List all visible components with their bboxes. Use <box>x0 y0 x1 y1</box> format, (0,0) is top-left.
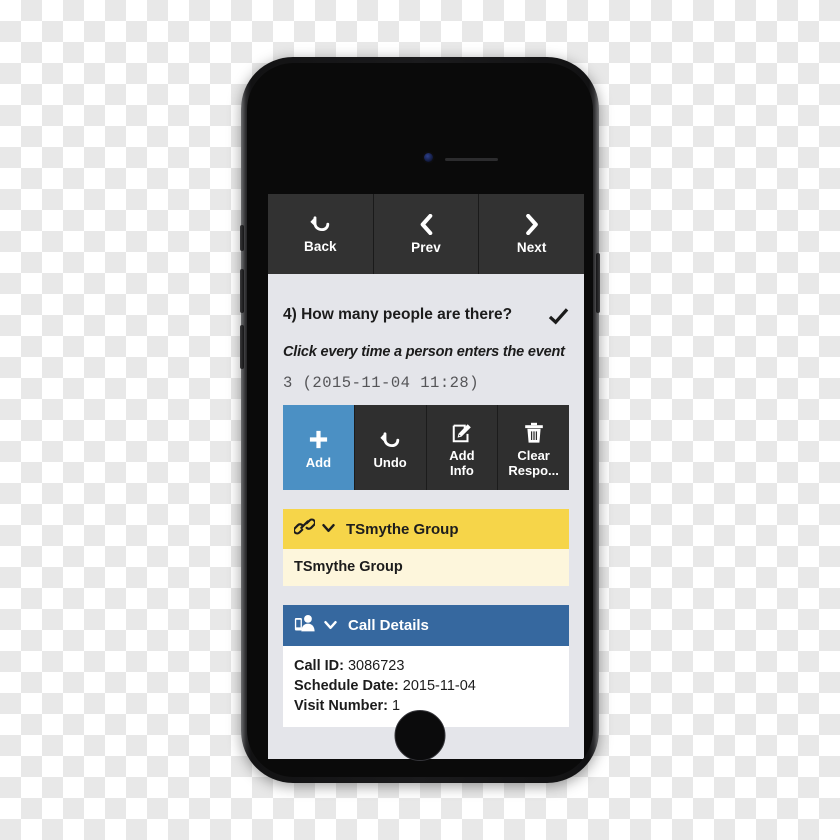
call-id-row: Call ID: 3086723 <box>294 656 558 676</box>
chevron-left-icon <box>418 213 434 235</box>
tsmythe-group-panel-title: TSmythe Group <box>346 520 459 538</box>
next-button-label: Next <box>516 239 547 255</box>
question-row: 4) How many people are there? <box>283 306 569 331</box>
power-button[interactable] <box>596 253 600 313</box>
back-button[interactable]: Back <box>268 194 374 274</box>
back-button-label: Back <box>303 239 337 254</box>
call-details-panel: Call Details Call ID: 3086723 Schedule D… <box>283 605 569 727</box>
earpiece-speaker-icon <box>445 158 498 161</box>
question-block: 4) How many people are there? Click ever… <box>268 274 584 392</box>
undo-button-label: Undo <box>373 455 407 471</box>
phone-contact-icon <box>294 614 317 637</box>
call-id-label: Call ID: <box>294 658 344 674</box>
screen-content: 4) How many people are there? Click ever… <box>268 274 584 727</box>
checkmark-icon <box>548 306 569 331</box>
question-title: 4) How many people are there? <box>283 306 513 323</box>
call-id-value: 3086723 <box>347 658 405 674</box>
chevron-down-icon[interactable] <box>322 520 335 538</box>
home-button[interactable] <box>394 710 446 761</box>
chevron-right-icon <box>524 213 540 235</box>
prev-button[interactable]: Prev <box>373 194 480 274</box>
note-pencil-icon <box>451 419 473 446</box>
phone-bezel: Back Prev Next 4) How many people are th… <box>247 63 593 777</box>
undo-arrow-icon <box>379 426 401 453</box>
volume-down-button[interactable] <box>240 325 244 369</box>
smartphone-device-frame: Back Prev Next 4) How many people are th… <box>240 57 600 783</box>
call-details-panel-header[interactable]: Call Details <box>283 605 569 646</box>
add-info-button[interactable]: Add Info <box>426 405 499 490</box>
front-camera-icon <box>424 153 433 162</box>
add-info-button-label: Add Info <box>449 448 475 478</box>
tsmythe-group-panel: TSmythe Group TSmythe Group <box>283 509 569 586</box>
tsmythe-group-panel-header[interactable]: TSmythe Group <box>283 509 569 549</box>
schedule-date-label: Schedule Date: <box>294 678 399 694</box>
question-hint: Click every time a person enters the eve… <box>283 344 565 360</box>
tsmythe-group-body-text: TSmythe Group <box>294 559 403 575</box>
top-navigation-bar: Back Prev Next <box>268 194 584 274</box>
add-button[interactable]: Add <box>283 405 355 490</box>
response-value: 3 (2015-11-04 11:28) <box>283 374 480 392</box>
next-button[interactable]: Next <box>479 194 584 274</box>
call-details-panel-title: Call Details <box>348 617 429 634</box>
chevron-down-icon[interactable] <box>324 617 337 635</box>
action-button-row: Add Undo Add Info Clear Respo... <box>283 405 569 490</box>
clear-response-button[interactable]: Clear Respo... <box>498 405 569 490</box>
schedule-date-value: 2015-11-04 <box>402 678 476 694</box>
visit-number-value: 1 <box>392 698 401 714</box>
silent-switch[interactable] <box>240 225 244 251</box>
phone-screen: Back Prev Next 4) How many people are th… <box>268 194 584 759</box>
clear-response-button-label: Clear Respo... <box>508 448 559 478</box>
trash-icon <box>524 419 544 446</box>
tsmythe-group-panel-body: TSmythe Group <box>283 549 569 586</box>
plus-icon <box>308 426 329 453</box>
link-chain-icon <box>292 518 317 540</box>
undo-button[interactable]: Undo <box>354 405 427 490</box>
schedule-date-row: Schedule Date: 2015-11-04 <box>294 676 558 696</box>
visit-number-label: Visit Number: <box>294 698 389 714</box>
volume-up-button[interactable] <box>240 269 244 313</box>
prev-button-label: Prev <box>411 239 441 255</box>
undo-arrow-icon <box>309 214 331 234</box>
add-button-label: Add <box>305 455 332 471</box>
